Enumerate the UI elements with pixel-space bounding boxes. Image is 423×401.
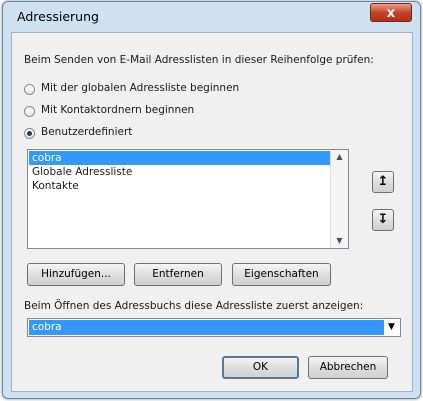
radio-label: Mit der globalen Adressliste beginnen: [41, 82, 240, 94]
list-item[interactable]: cobra: [29, 151, 330, 165]
adressierung-dialog: Adressierung x Beim Senden von E-Mail Ad…: [2, 1, 421, 399]
dropdown-selected-value: cobra: [29, 320, 384, 335]
arrow-up-icon: ↥: [377, 174, 389, 189]
radio-label: Mit Kontaktordnern beginnen: [41, 104, 195, 116]
close-button[interactable]: x: [370, 3, 412, 22]
cancel-button[interactable]: Abbrechen: [308, 356, 388, 379]
vertical-scrollbar[interactable]: ▲ ▼: [330, 150, 348, 248]
move-up-button[interactable]: ↥: [372, 171, 394, 193]
address-list-dropdown[interactable]: cobra ▼: [27, 318, 401, 337]
title-bar: Adressierung x: [3, 2, 420, 32]
scroll-up-icon[interactable]: ▲: [331, 150, 348, 164]
arrow-down-icon: ↧: [377, 212, 389, 227]
add-button[interactable]: Hinzufügen...: [27, 263, 125, 286]
close-icon: x: [386, 6, 396, 21]
move-down-button[interactable]: ↧: [372, 209, 394, 231]
instructions-label: Beim Senden von E-Mail Adresslisten in d…: [24, 54, 374, 66]
address-list-box[interactable]: cobra Globale Adressliste Kontakte ▲ ▼: [27, 149, 349, 249]
list-item[interactable]: Kontakte: [29, 179, 330, 193]
radio-button[interactable]: [24, 106, 35, 117]
radio-button-checked[interactable]: [24, 128, 35, 139]
radio-button[interactable]: [24, 84, 35, 95]
properties-button[interactable]: Eigenschaften: [232, 263, 331, 286]
dialog-body: Beim Senden von E-Mail Adresslisten in d…: [11, 32, 413, 392]
list-item[interactable]: Globale Adressliste: [29, 165, 330, 179]
ok-button[interactable]: OK: [222, 356, 299, 379]
chevron-down-icon[interactable]: ▼: [383, 319, 400, 336]
remove-button[interactable]: Entfernen: [134, 263, 222, 286]
dialog-title: Adressierung: [17, 9, 99, 24]
open-book-label: Beim Öffnen des Adressbuchs diese Adress…: [24, 300, 364, 312]
radio-label: Benutzerdefiniert: [41, 126, 133, 138]
scroll-down-icon[interactable]: ▼: [331, 234, 348, 248]
radio-dot: [27, 131, 32, 136]
